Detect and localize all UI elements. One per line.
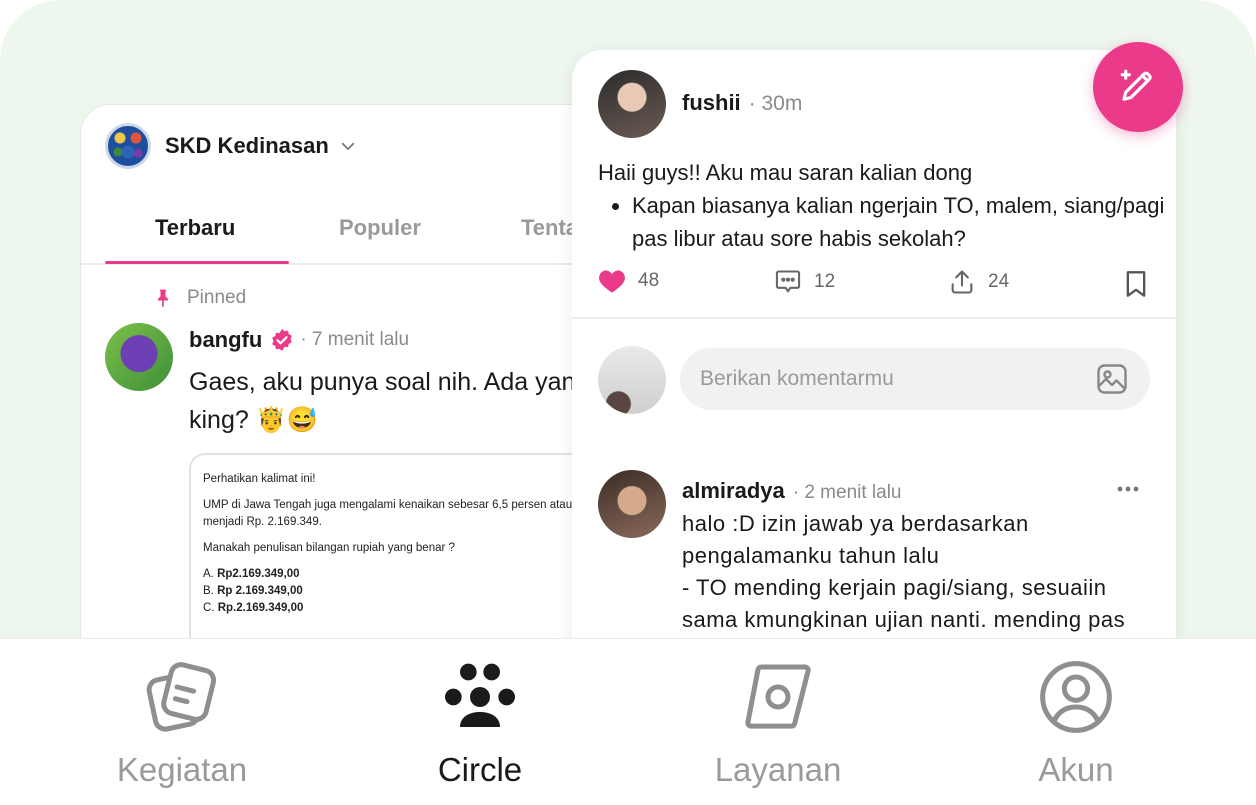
post-text: Gaes, aku punya soal nih. Ada yang bisa … [189,368,621,434]
like-count: 48 [638,270,660,291]
post-detail-card: fushii · 30m Haii guys!! Aku mau saran k… [572,50,1176,690]
post-header: fushii · 30m [682,90,802,116]
create-post-button[interactable] [1093,42,1183,132]
tab-tentang[interactable]: Tenta [521,215,578,241]
community-feed-card: SKD Kedinasan Terbaru Populer Tenta Pinn… [80,104,622,726]
post-author-name[interactable]: bangfu [189,327,262,353]
list-item: Kapan biasanya kalian ngerjain TO, malem… [632,189,1176,255]
comment-button[interactable]: 12 [774,268,835,296]
community-selector[interactable]: SKD Kedinasan [105,123,357,169]
post-timestamp: · 30m [748,92,803,115]
comment-count: 12 [814,271,836,292]
post-actions: 48 12 24 [598,268,1148,304]
share-button[interactable]: 24 [948,268,1009,296]
layanan-icon [745,664,811,729]
nav-label: Circle [437,751,523,788]
avatar[interactable] [598,70,666,138]
active-tab-indicator [105,261,289,264]
comment-body: halo :D izin jawab ya berdasarkan pengal… [682,508,1162,636]
community-name: SKD Kedinasan [165,133,329,158]
post-author-line: bangfu · 7 menit lalu [189,327,409,353]
feed-tabs: Terbaru Populer Tenta [81,205,621,265]
post-text: Haii guys!! Aku mau saran kalian dong [598,160,973,185]
nav-item-layanan[interactable]: Layanan [678,657,878,789]
share-icon [951,270,973,294]
more-options-icon[interactable] [1116,484,1140,494]
comment-icon [775,270,801,293]
kegiatan-icon [146,662,217,732]
community-avatar [105,123,151,169]
bottom-navigation: Kegiatan Circle Layanan Akun [0,638,1256,805]
comment-header: almiradya · 2 menit lalu [682,478,1152,504]
avatar[interactable] [598,470,666,538]
post-body: Haii guys!! Aku mau saran kalian dong Ka… [598,156,1176,255]
nav-label: Kegiatan [116,751,248,788]
comment-input[interactable]: Berikan komentarmu [680,348,1150,410]
divider [572,317,1176,319]
post-timestamp: · 7 menit lalu [300,329,410,350]
quiz-option-c: C. Rp.2.169.349,00 [203,602,304,614]
share-count: 24 [988,271,1010,292]
pin-icon [158,289,168,308]
nav-label: Akun [1038,751,1114,788]
comment-text: - TO mending kerjain pagi/siang, sesuaii… [682,575,1126,632]
bookmark-icon[interactable] [1124,270,1148,298]
nav-item-circle[interactable]: Circle [380,657,580,789]
like-button[interactable]: 48 [598,268,659,294]
comment-input-placeholder: Berikan komentarmu [700,367,894,390]
account-icon [1040,661,1112,733]
pinned-label: Pinned [187,287,247,308]
avatar [598,346,666,414]
comment-author-name[interactable]: almiradya [682,478,785,504]
tab-populer[interactable]: Populer [339,215,421,241]
comment-timestamp: · 2 menit lalu [792,482,902,503]
heart-icon [599,270,625,293]
quiz-question: Manakah penulisan bilangan rupiah yang b… [203,542,455,554]
pinned-indicator: Pinned [153,287,246,309]
comment-text: halo :D izin jawab ya berdasarkan pengal… [682,511,1029,568]
quiz-intro: Perhatikan kalimat ini! [203,473,316,485]
circle-group-icon [445,663,515,727]
quiz-option-b: B. Rp 2.169.349,00 [203,585,303,597]
avatar[interactable] [105,323,173,391]
verified-badge-icon [272,329,293,351]
post-bullet-list: Kapan biasanya kalian ngerjain TO, malem… [598,189,1176,255]
tab-terbaru[interactable]: Terbaru [155,215,235,241]
chevron-down-icon[interactable] [339,137,357,155]
nav-label: Layanan [714,751,842,788]
quiz-image-attachment[interactable]: Perhatikan kalimat ini! UMP di Jawa Teng… [189,453,621,653]
image-attach-icon[interactable] [1094,361,1130,397]
quiz-option-a: A. Rp2.169.349,00 [203,568,300,580]
nav-item-akun[interactable]: Akun [976,657,1176,789]
nav-item-kegiatan[interactable]: Kegiatan [82,657,282,789]
quiz-statement: UMP di Jawa Tengah juga mengalami kenaik… [203,499,621,528]
edit-sparkle-icon [1120,69,1152,101]
post-author-name[interactable]: fushii [682,90,741,116]
